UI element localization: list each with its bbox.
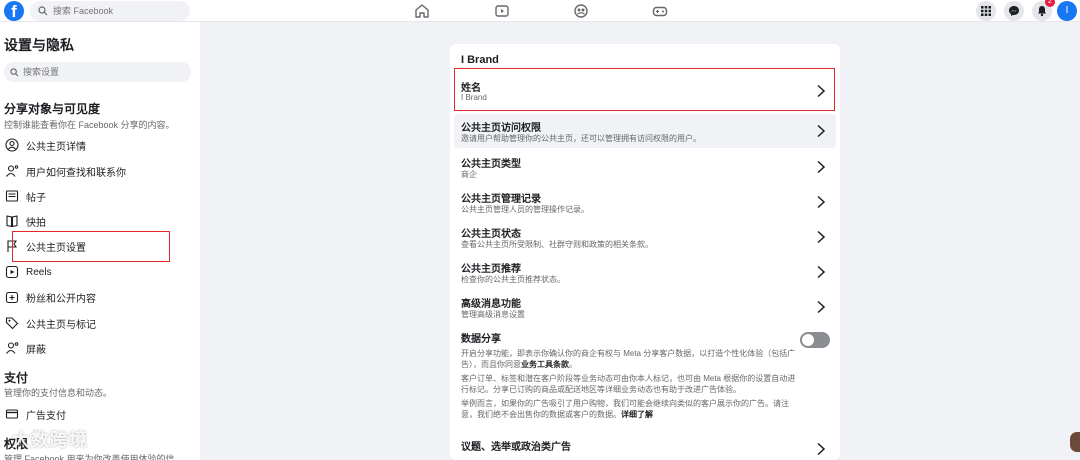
row-title: 公共主页访问权限 (461, 123, 541, 134)
data-sharing-title: 数据分享 (461, 334, 501, 345)
row-advanced-messaging[interactable]: 高级消息功能 管理高级消息设置 (454, 290, 836, 324)
sidebar-item-reels[interactable]: Reels (4, 262, 194, 282)
data-sharing-text: 开启分享功能，即表示你确认你的商企有权与 Meta 分享客户数据，以打造个性化体… (461, 349, 796, 369)
row-title: 公共主页状态 (461, 229, 521, 240)
facebook-search-input[interactable] (53, 6, 173, 16)
watermark: 大数跨境 (12, 430, 88, 450)
row-page-access[interactable]: 公共主页访问权限 邀请用户帮助管理你的公共主页，还可以管理拥有访问权限的用户。 (454, 114, 836, 148)
menu-grid-icon (981, 6, 991, 16)
settings-search-input[interactable] (23, 67, 173, 77)
top-navigation-bar: f 2 I (0, 0, 1080, 22)
sidebar-item-label: 用户如何查找和联系你 (26, 167, 126, 179)
chat-head-avatar[interactable] (1070, 432, 1080, 452)
post-icon (4, 188, 20, 204)
highlight-box-name (454, 68, 835, 111)
video-icon[interactable] (494, 3, 510, 19)
data-sharing-section: 数据分享 开启分享功能，即表示你确认你的商企有权与 Meta 分享客户数据，以打… (461, 330, 801, 420)
menu-button[interactable] (976, 1, 996, 21)
chevron-right-icon (817, 230, 826, 244)
search-icon (38, 6, 48, 16)
row-title: 议题、选举或政治类广告 (461, 442, 571, 453)
row-political-ads[interactable]: 议题、选举或政治类广告 (454, 432, 836, 460)
business-terms-link[interactable]: 业务工具条款 (521, 360, 569, 369)
sidebar-item-blocking[interactable]: 屏蔽 (4, 338, 194, 358)
messenger-button[interactable] (1004, 1, 1024, 21)
row-title: 高级消息功能 (461, 299, 521, 310)
user-search-icon (4, 163, 20, 179)
section-desc-permissions: 管理 Facebook 用来为你改善使用体验的信 (4, 454, 175, 460)
data-sharing-toggle[interactable] (800, 332, 830, 348)
sidebar-item-label: 公共主页与标记 (26, 319, 96, 331)
data-sharing-paragraph-1: 开启分享功能，即表示你确认你的商企有权与 Meta 分享客户数据，以打造个性化体… (461, 348, 801, 370)
sidebar-item-tagging[interactable]: 公共主页与标记 (4, 313, 194, 333)
chevron-right-icon (817, 442, 826, 456)
section-title-payments: 支付 (4, 371, 29, 385)
toggle-knob (802, 334, 814, 346)
block-user-icon (4, 340, 20, 356)
row-page-type[interactable]: 公共主页类型 商企 (454, 150, 836, 184)
chevron-right-icon (817, 265, 826, 279)
tag-icon (4, 315, 20, 331)
data-sharing-text: 。 (569, 360, 577, 369)
row-subtitle: 检查你的公共主页推荐状态。 (461, 275, 565, 284)
chevron-right-icon (817, 195, 826, 209)
row-page-status[interactable]: 公共主页状态 查看公共主页所受限制、社群守则和政策的相关条款。 (454, 220, 836, 254)
reels-icon (4, 264, 20, 280)
user-circle-icon (4, 137, 20, 153)
row-management-history[interactable]: 公共主页管理记录 公共主页管理人员的管理操作记录。 (454, 185, 836, 219)
sidebar-item-label: 粉丝和公开内容 (26, 293, 96, 305)
sidebar-title: 设置与隐私 (4, 37, 74, 53)
bell-icon (1038, 6, 1046, 17)
sidebar-item-label: 公共主页详情 (26, 141, 86, 153)
sidebar-item-label: 屏蔽 (26, 344, 46, 356)
row-subtitle: 公共主页管理人员的管理操作记录。 (461, 205, 589, 214)
page-settings-card: I Brand 姓名 I Brand 公共主页访问权限 邀请用户帮助管理你的公共… (450, 44, 840, 460)
data-sharing-paragraph-2: 客户订单、标签和潜在客户阶段等业务动态可由你本人标记，也可由 Meta 根据你的… (461, 374, 796, 394)
row-subtitle: 管理高级消息设置 (461, 310, 525, 319)
sidebar-item-stories[interactable]: 快拍 (4, 211, 194, 231)
book-icon (4, 213, 20, 229)
learn-more-link[interactable]: 详细了解 (621, 410, 653, 419)
profile-avatar[interactable]: I (1057, 1, 1077, 21)
section-title-visibility: 分享对象与可见度 (4, 102, 101, 116)
facebook-logo[interactable]: f (4, 1, 24, 21)
card-title: I Brand (461, 54, 499, 66)
chevron-right-icon (817, 124, 826, 138)
home-icon[interactable] (414, 3, 430, 19)
chevron-right-icon (817, 300, 826, 314)
sidebar-item-label: Reels (26, 266, 52, 278)
sidebar-item-page-details[interactable]: 公共主页详情 (4, 135, 194, 155)
add-follower-icon (4, 289, 20, 305)
sidebar-item-label: 快拍 (26, 217, 46, 229)
sidebar-item-followers[interactable]: 粉丝和公开内容 (4, 287, 194, 307)
row-subtitle: 邀请用户帮助管理你的公共主页，还可以管理拥有访问权限的用户。 (461, 134, 701, 143)
row-title: 公共主页类型 (461, 159, 521, 170)
notification-badge: 2 (1045, 0, 1055, 7)
settings-sidebar: 设置与隐私 分享对象与可见度 控制谁能查看你在 Facebook 分享的内容。 … (0, 22, 200, 460)
sidebar-item-label: 帖子 (26, 192, 46, 204)
row-title: 公共主页推荐 (461, 264, 521, 275)
row-page-recommendations[interactable]: 公共主页推荐 检查你的公共主页推荐状态。 (454, 255, 836, 289)
sidebar-item-find-contact[interactable]: 用户如何查找和联系你 (4, 161, 194, 181)
chevron-right-icon (817, 160, 826, 174)
facebook-search[interactable] (30, 1, 190, 21)
row-subtitle: 查看公共主页所受限制、社群守则和政策的相关条款。 (461, 240, 653, 249)
sidebar-item-ad-payments[interactable]: 广告支付 (4, 404, 194, 424)
sidebar-item-posts[interactable]: 帖子 (4, 186, 194, 206)
sidebar-item-label: 广告支付 (26, 410, 66, 422)
notifications-button[interactable]: 2 (1032, 0, 1055, 21)
highlight-box-page-settings (12, 231, 170, 262)
gaming-icon[interactable] (652, 3, 668, 19)
data-sharing-paragraph-3: 举例而言，如果你的广告吸引了用户购物，我们可能会继续向类似的客户展示你的广告。请… (461, 398, 801, 420)
section-desc-visibility: 控制谁能查看你在 Facebook 分享的内容。 (4, 120, 175, 130)
section-desc-payments: 管理你的支付信息和动态。 (4, 388, 113, 398)
groups-icon[interactable] (573, 3, 589, 19)
row-subtitle: 商企 (461, 170, 477, 179)
settings-search[interactable] (4, 62, 191, 82)
card-icon (4, 406, 20, 422)
row-title: 公共主页管理记录 (461, 194, 541, 205)
messenger-icon (1009, 6, 1019, 16)
search-icon (10, 67, 19, 76)
